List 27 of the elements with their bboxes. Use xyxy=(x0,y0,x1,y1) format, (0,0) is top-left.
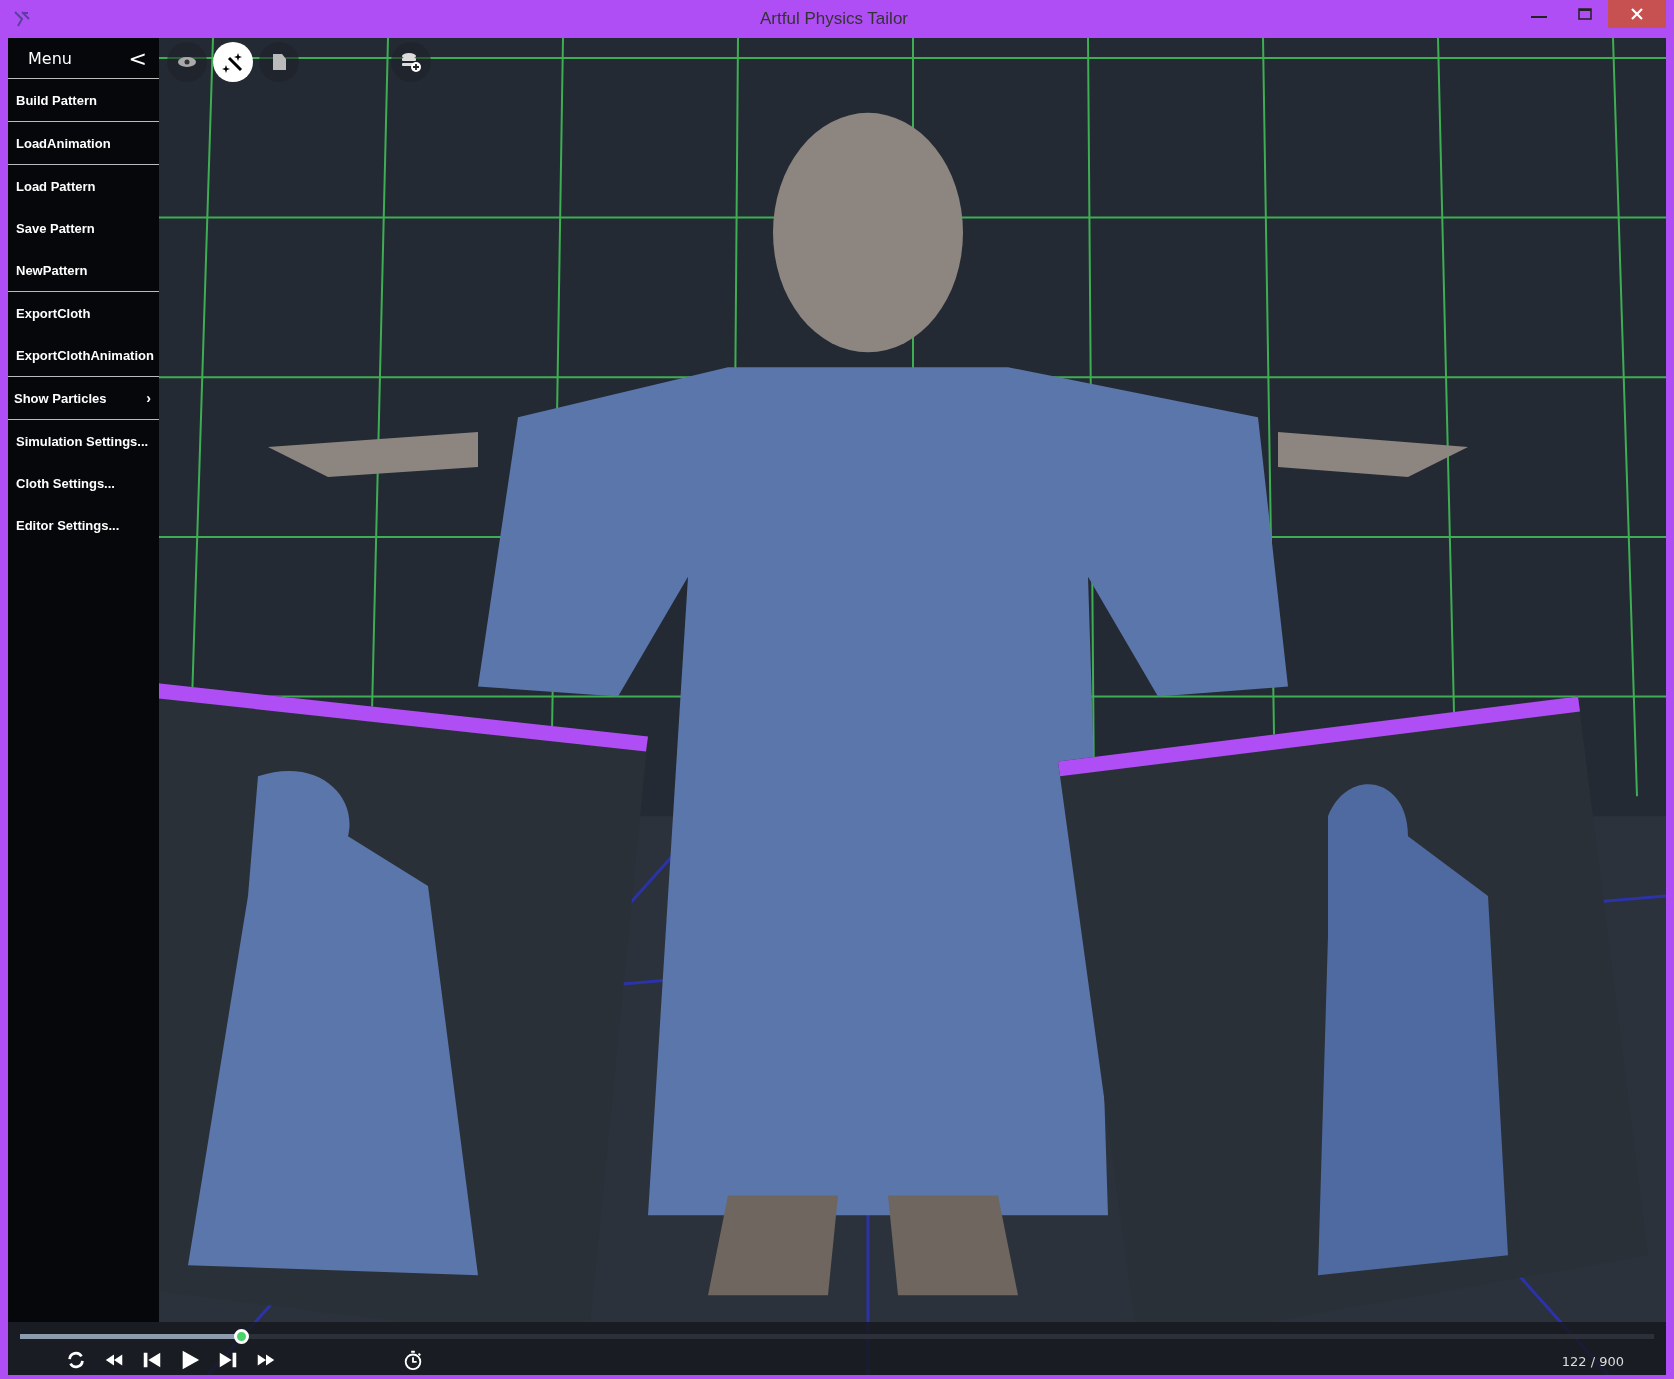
menu-item[interactable]: Simulation Settings... xyxy=(8,420,159,462)
menu-item[interactable]: LoadAnimation xyxy=(8,122,159,164)
close-button[interactable] xyxy=(1608,0,1666,28)
app-logo-icon xyxy=(12,9,32,29)
loop-icon xyxy=(65,1349,87,1371)
database-add-button[interactable] xyxy=(391,42,431,82)
close-icon xyxy=(1629,6,1645,22)
document-button[interactable] xyxy=(259,42,299,82)
menu-item[interactable]: ExportClothAnimation xyxy=(8,334,159,376)
window-title: Artful Physics Tailor xyxy=(759,9,908,29)
menu-item[interactable]: Show Particles › xyxy=(8,377,159,419)
menu-item[interactable]: NewPattern xyxy=(8,249,159,291)
timer-icon xyxy=(402,1349,424,1371)
collapse-button[interactable]: < xyxy=(128,45,147,71)
menu-item[interactable]: ExportCloth xyxy=(8,292,159,334)
menu-item[interactable]: Build Pattern xyxy=(8,79,159,121)
menu-title: Menu xyxy=(28,48,72,68)
database-add-icon xyxy=(399,50,423,74)
menu-item[interactable]: Editor Settings... xyxy=(8,504,159,546)
menu-item[interactable]: Save Pattern xyxy=(8,207,159,249)
frame-counter: 122 / 900 xyxy=(1561,1353,1624,1369)
timeline-slider[interactable] xyxy=(20,1329,1654,1344)
menu-item[interactable]: Cloth Settings... xyxy=(8,462,159,504)
maximize-icon xyxy=(1577,6,1593,22)
menu-item[interactable]: Load Pattern xyxy=(8,165,159,207)
minimize-icon xyxy=(1531,16,1547,18)
eye-button[interactable] xyxy=(167,42,207,82)
